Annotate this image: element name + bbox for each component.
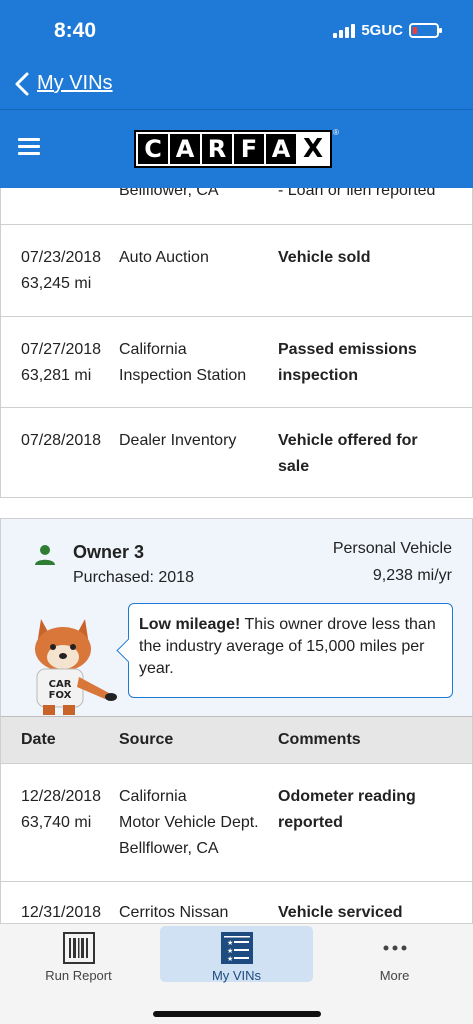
history-row: 07/27/2018 63,281 mi California Inspecti… (0, 316, 473, 407)
tab-my-vins[interactable]: ★ ★ ★ My VINs (160, 926, 313, 983)
svg-text:★: ★ (227, 939, 233, 947)
table-header: Date Source Comments (0, 716, 473, 764)
network-label: 5GUC (361, 22, 403, 39)
svg-text:FOX: FOX (49, 690, 72, 701)
tab-more[interactable]: More (318, 926, 471, 983)
low-mileage-callout: Low mileage! This owner drove less than … (128, 603, 453, 698)
column-header-comments: Comments (278, 731, 361, 748)
history-row: 07/28/2018 Dealer Inventory Vehicle offe… (0, 407, 473, 498)
list-icon: ★ ★ ★ (220, 932, 253, 964)
app-header: C A R F A X ® (0, 110, 473, 188)
history-row: 12/28/2018 63,740 mi California Motor Ve… (0, 764, 473, 881)
svg-text:★: ★ (227, 947, 233, 955)
more-icon (383, 945, 406, 951)
column-header-date: Date (21, 731, 56, 748)
owner-title: Owner 3 (73, 542, 145, 562)
status-bar: 8:40 5GUC (0, 0, 473, 60)
owner-summary-card: Owner 3 Purchased: 2018 Personal Vehicle… (0, 518, 473, 716)
history-content[interactable]: Bellflower, CA - Loan or lien reported 0… (0, 188, 473, 923)
tab-run-report[interactable]: Run Report (2, 926, 155, 983)
carfox-mascot-icon: CAR FOX (35, 619, 117, 715)
history-row: Bellflower, CA - Loan or lien reported (0, 188, 473, 224)
status-indicators: 5GUC (333, 22, 442, 39)
history-row: 07/23/2018 63,245 mi Auto Auction Vehicl… (0, 224, 473, 316)
back-label[interactable]: My VINs (37, 72, 113, 95)
svg-text:CAR: CAR (49, 679, 72, 690)
owner-vehicle-type: Personal Vehicle (332, 540, 452, 557)
battery-icon (409, 23, 442, 38)
home-indicator[interactable] (153, 1011, 321, 1017)
carfax-logo: C A R F A X (134, 130, 332, 168)
menu-icon[interactable] (18, 138, 40, 156)
owner-mileage: 9,238 mi/yr (372, 567, 452, 584)
signal-icon (333, 23, 356, 38)
barcode-icon (62, 932, 95, 964)
owner-purchased: Purchased: 2018 (73, 569, 194, 586)
registered-mark: ® (333, 128, 339, 137)
history-row: 12/31/2018 Cerritos Nissan Vehicle servi… (0, 881, 473, 923)
navigation-bar: My VINs (0, 60, 473, 110)
tab-bar: Run Report ★ ★ ★ My VINs More (0, 923, 473, 1024)
status-time: 8:40 (54, 19, 97, 42)
column-header-source: Source (119, 731, 174, 748)
person-icon (35, 545, 55, 565)
chevron-left-icon (15, 72, 29, 96)
svg-text:★: ★ (227, 955, 233, 963)
